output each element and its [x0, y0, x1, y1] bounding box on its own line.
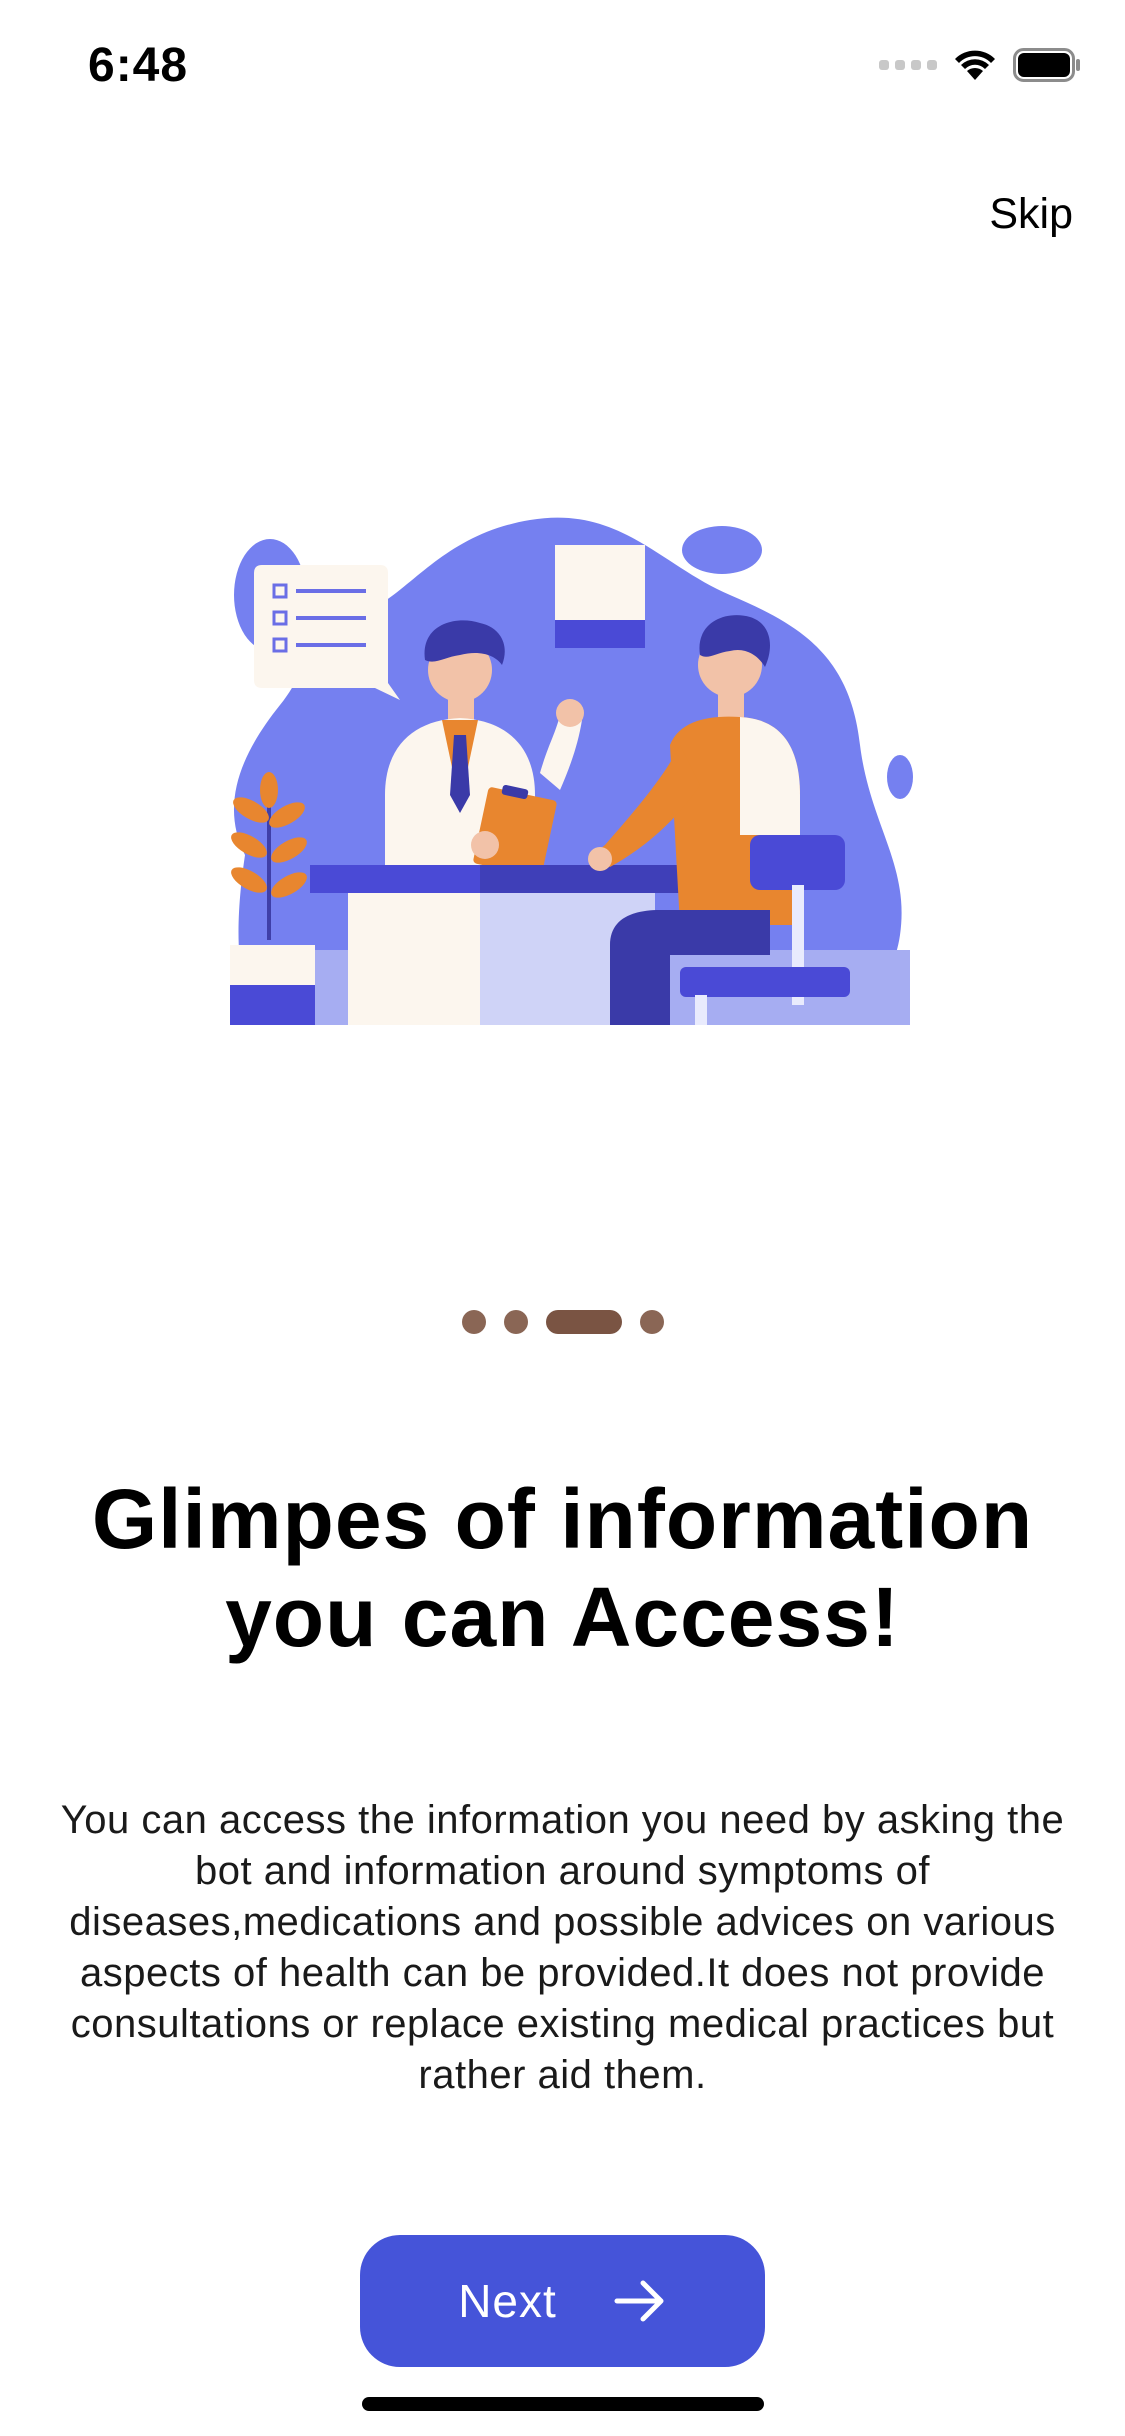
wifi-icon — [953, 48, 997, 82]
page-indicator — [0, 1310, 1125, 1334]
skip-button[interactable]: Skip — [989, 190, 1073, 239]
next-button[interactable]: Next — [360, 2235, 765, 2367]
battery-icon — [1013, 48, 1081, 82]
page-dot-3-active[interactable] — [545, 1310, 622, 1334]
arrow-right-icon — [613, 2278, 667, 2324]
status-icons — [879, 48, 1081, 82]
page-dot-1[interactable] — [461, 1310, 486, 1334]
home-indicator[interactable] — [362, 2397, 764, 2411]
status-time: 6:48 — [88, 39, 189, 92]
status-bar: 6:48 — [0, 0, 1125, 132]
onboarding-title-line-1: Glimpes of information — [91, 1472, 1034, 1566]
onboarding-description: You can access the information you need … — [60, 1798, 1065, 2097]
doctor-consultation-illustration — [210, 505, 930, 1035]
page-dot-4[interactable] — [639, 1310, 664, 1334]
page-dot-2[interactable] — [503, 1310, 528, 1334]
cellular-signal-icon — [879, 60, 937, 70]
onboarding-title-line-2: you can Access! — [225, 1570, 900, 1664]
onboarding-title: Glimpes of information you can Access! — [60, 1470, 1065, 1666]
next-button-label: Next — [458, 2275, 557, 2327]
